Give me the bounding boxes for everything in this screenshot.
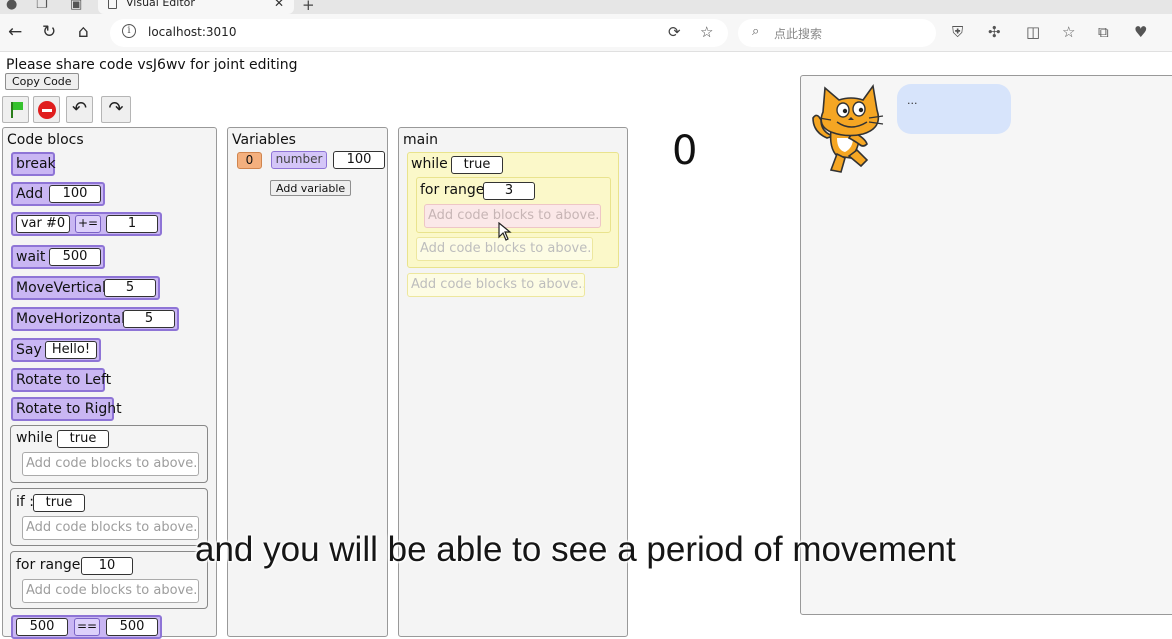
variable-type-selector[interactable]: number (271, 151, 327, 169)
while-drop-zone[interactable]: Add code blocks to above... (22, 452, 199, 476)
redo-button[interactable]: ↷ (101, 96, 131, 123)
page-icon (108, 0, 117, 9)
main-while-condition-field[interactable]: true (451, 156, 503, 174)
search-box[interactable]: ⌕ 点此搜索 (738, 19, 936, 47)
if-condition-field[interactable]: true (33, 494, 85, 512)
browser-tab-bar: ● ❐ ▣ Visual Editor ✕ + (0, 0, 1172, 14)
main-drop-zone[interactable]: Add code blocks to above... (407, 273, 585, 297)
search-icon: ⌕ (752, 24, 760, 39)
shield-icon[interactable]: ⛨ (952, 23, 963, 41)
stop-button[interactable] (33, 96, 60, 123)
variable-selector[interactable]: var #0 (16, 215, 70, 233)
collections-icon[interactable]: ⧉ (1098, 23, 1109, 41)
browser-tab[interactable]: Visual Editor ✕ (98, 0, 294, 14)
wait-value-field[interactable]: 500 (49, 248, 101, 266)
counter-display: 0 (672, 128, 698, 174)
close-tab-icon[interactable]: ✕ (274, 0, 284, 10)
for-range-drop-zone[interactable]: Add code blocks to above... (22, 579, 199, 603)
add-variable-button[interactable]: Add variable (270, 180, 352, 196)
variable-value-field[interactable]: 100 (333, 151, 385, 169)
move-horizontal-block[interactable]: MoveHorizontal : 5 (11, 307, 179, 331)
for-range-block[interactable]: for range : 10 Add code blocks to above.… (10, 551, 208, 609)
mouse-cursor-icon (498, 222, 512, 241)
move-vertical-value-field[interactable]: 5 (104, 279, 156, 297)
rotate-right-block[interactable]: Rotate to Right (11, 397, 122, 421)
new-tab-icon[interactable]: + (302, 0, 315, 14)
main-title: main (403, 132, 438, 148)
main-while-block[interactable]: while : true for range : 3 Add code bloc… (407, 152, 619, 268)
browser-essentials-icon[interactable]: ♥ (1134, 23, 1147, 41)
tab-title: Visual Editor (126, 0, 195, 9)
back-icon[interactable]: ← (8, 22, 22, 42)
video-subtitle: and you will be able to see a period of … (195, 530, 956, 569)
operator-selector[interactable]: += (75, 215, 101, 233)
extensions-icon[interactable]: ✣ (988, 23, 1001, 41)
favorite-star-icon[interactable]: ☆ (700, 23, 713, 41)
redo-icon: ↷ (108, 98, 124, 119)
site-info-icon[interactable]: i (122, 24, 136, 38)
copy-code-button[interactable]: Copy Code (5, 73, 79, 90)
cat-sprite[interactable] (807, 82, 893, 178)
if-block[interactable]: if : true Add code blocks to above... (10, 488, 208, 546)
compare-right-field[interactable]: 500 (106, 618, 158, 636)
undo-button[interactable]: ↶ (66, 96, 93, 123)
url-text: localhost:3010 (148, 25, 237, 39)
say-block[interactable]: Say : Hello! (11, 338, 101, 362)
variable-operation-block[interactable]: var #0 += 1 (11, 212, 162, 236)
variable-id-badge: 0 (237, 152, 262, 169)
move-vertical-block[interactable]: MoveVertical : 5 (11, 276, 160, 300)
speech-bubble: ... (897, 84, 1011, 134)
tab-actions-icon[interactable]: ▣ (70, 0, 82, 12)
home-icon[interactable]: ⌂ (78, 22, 89, 42)
undo-icon: ↶ (71, 98, 88, 119)
browser-toolbar: ← ↻ ⌂ i localhost:3010 ⟳ ☆ ⌕ 点此搜索 ⛨ ✣ ◫ … (0, 14, 1172, 52)
variable-operation-value-field[interactable]: 1 (106, 215, 158, 233)
workspaces-icon[interactable]: ❐ (36, 0, 48, 12)
move-horizontal-value-field[interactable]: 5 (123, 310, 175, 328)
variables-title: Variables (232, 132, 296, 148)
search-placeholder: 点此搜索 (774, 27, 823, 41)
palette-title: Code blocs (7, 132, 84, 148)
while-block[interactable]: while : true Add code blocks to above... (10, 425, 208, 483)
translate-icon[interactable]: ⟳ (668, 23, 681, 41)
wait-block[interactable]: wait : 500 (11, 245, 105, 269)
while-condition-field[interactable]: true (57, 430, 109, 448)
break-block[interactable]: break (11, 152, 56, 176)
address-bar[interactable]: i localhost:3010 ⟳ ☆ (110, 19, 728, 47)
green-flag-button[interactable] (2, 96, 29, 123)
profile-icon[interactable]: ● (6, 0, 17, 12)
code-blocks-palette: Code blocs break Add : 100 var #0 += 1 w… (2, 127, 217, 639)
for-range-count-field[interactable]: 10 (81, 557, 133, 575)
share-message: Please share code vsJ6wv for joint editi… (6, 57, 298, 73)
add-block[interactable]: Add : 100 (11, 182, 105, 206)
add-value-field[interactable]: 100 (49, 185, 101, 203)
compare-left-field[interactable]: 500 (16, 618, 68, 636)
rotate-left-block[interactable]: Rotate to Left (11, 368, 111, 392)
favorites-icon[interactable]: ☆ (1062, 23, 1075, 41)
compare-block[interactable]: 500 == 500 (11, 615, 162, 639)
main-for-range-count-field[interactable]: 3 (483, 182, 535, 200)
refresh-icon[interactable]: ↻ (42, 22, 56, 42)
if-drop-zone[interactable]: Add code blocks to above... (22, 516, 199, 540)
compare-operator-selector[interactable]: == (74, 618, 100, 636)
say-text-field[interactable]: Hello! (45, 341, 97, 359)
split-screen-icon[interactable]: ◫ (1026, 23, 1040, 41)
